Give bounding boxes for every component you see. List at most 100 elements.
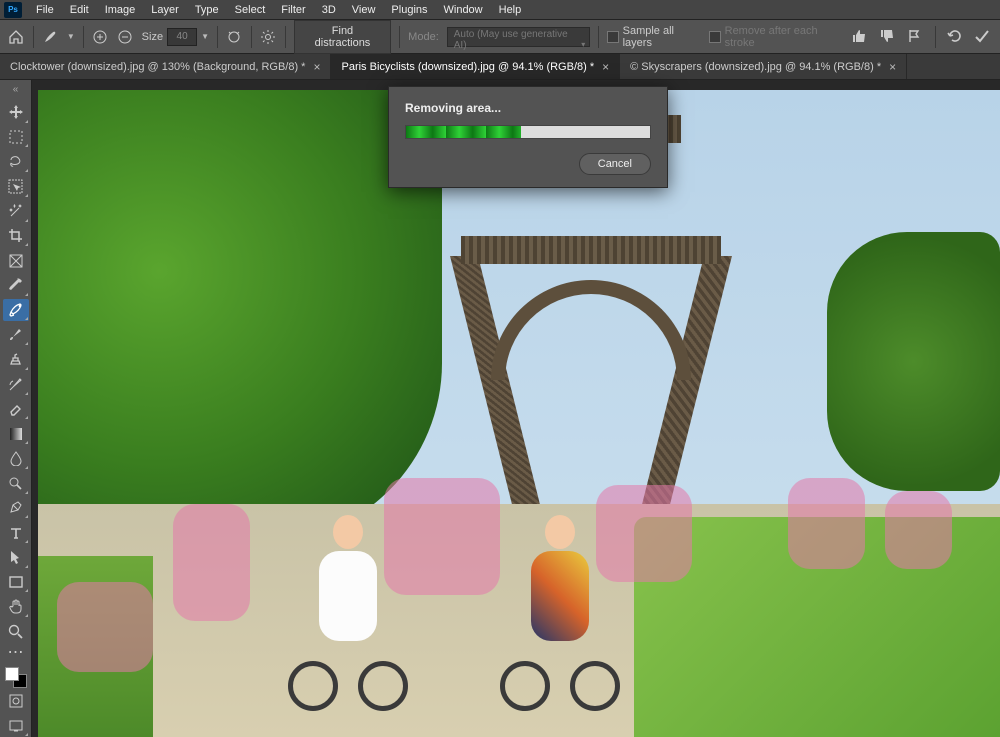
chevron-down-icon[interactable]: ▼ [67,32,75,41]
gear-icon[interactable] [260,28,277,46]
cancel-button[interactable]: Cancel [579,153,651,175]
color-swatch[interactable] [5,667,27,688]
menu-help[interactable]: Help [491,2,530,18]
rectangle-tool[interactable] [3,571,29,594]
thumbs-up-icon[interactable] [851,29,869,45]
separator [399,26,400,48]
pen-tool[interactable] [3,497,29,520]
chevron-down-icon: ▾ [581,40,585,49]
options-bar: ▼ Size ▼ Find distractions Mode: Auto (M… [0,20,1000,54]
menu-window[interactable]: Window [436,2,491,18]
selection-mask [885,491,952,569]
quick-mask-icon[interactable] [3,690,29,713]
tab-label: Paris Bicyclists (downsized).jpg @ 94.1%… [341,61,594,73]
close-icon[interactable]: × [602,60,609,74]
type-tool[interactable] [3,521,29,544]
tab-skyscrapers[interactable]: © Skyscrapers (downsized).jpg @ 94.1% (R… [620,54,907,79]
eraser-tool[interactable] [3,398,29,421]
menu-select[interactable]: Select [227,2,274,18]
tool-preset-icon[interactable] [42,28,59,46]
dodge-tool[interactable] [3,472,29,495]
undo-icon[interactable] [946,29,964,45]
selection-mask [57,582,153,673]
separator [598,26,599,48]
menu-view[interactable]: View [344,2,384,18]
remove-tool[interactable] [3,299,29,322]
crop-tool[interactable] [3,225,29,248]
separator [217,26,218,48]
move-tool[interactable] [3,101,29,124]
path-select-tool[interactable] [3,546,29,569]
selection-mask [788,478,865,569]
brush-tool[interactable] [3,323,29,346]
progress-dialog: Removing area... Cancel [388,86,668,188]
menu-image[interactable]: Image [97,2,144,18]
tab-clocktower[interactable]: Clocktower (downsized).jpg @ 130% (Backg… [0,54,331,79]
menu-layer[interactable]: Layer [143,2,187,18]
separator [33,26,34,48]
subject-cyclist-2 [500,515,620,711]
remove-after-stroke-checkbox: Remove after each stroke [709,25,843,49]
document-tabs: Clocktower (downsized).jpg @ 130% (Backg… [0,54,1000,80]
subject-cyclist-1 [288,515,408,711]
screen-mode-icon[interactable] [3,714,29,737]
progress-fill [406,126,521,138]
close-icon[interactable]: × [889,60,896,74]
sample-label: Sample all layers [623,25,702,49]
add-area-icon[interactable] [92,28,109,46]
foreground-color[interactable] [5,667,19,681]
menu-edit[interactable]: Edit [62,2,97,18]
tab-paris-bicyclists[interactable]: Paris Bicyclists (downsized).jpg @ 94.1%… [331,54,620,79]
home-icon[interactable] [8,28,25,46]
menu-plugins[interactable]: Plugins [383,2,435,18]
frame-tool[interactable] [3,249,29,272]
separator [285,26,286,48]
menu-file[interactable]: File [28,2,62,18]
app-logo: Ps [4,2,22,18]
magic-wand-tool[interactable] [3,200,29,223]
find-distractions-button[interactable]: Find distractions [294,20,391,54]
mode-value: Auto (May use generative AI) [454,29,568,51]
brush-size-field: Size ▼ [142,28,209,46]
tab-label: Clocktower (downsized).jpg @ 130% (Backg… [10,61,305,73]
checkbox-icon [607,31,618,43]
lasso-tool[interactable] [3,150,29,173]
eyedropper-tool[interactable] [3,274,29,297]
separator [83,26,84,48]
separator [251,26,252,48]
blur-tool[interactable] [3,447,29,470]
zoom-tool[interactable] [3,620,29,643]
tab-label: © Skyscrapers (downsized).jpg @ 94.1% (R… [630,61,881,73]
size-input[interactable] [167,28,197,46]
hand-tool[interactable] [3,595,29,618]
remove-stroke-label: Remove after each stroke [725,25,843,49]
commit-icon[interactable] [974,29,992,45]
selection-mask [173,504,250,620]
menu-type[interactable]: Type [187,2,227,18]
menu-filter[interactable]: Filter [273,2,313,18]
object-select-tool[interactable] [3,175,29,198]
menu-3d[interactable]: 3D [314,2,344,18]
clone-stamp-tool[interactable] [3,348,29,371]
collapse-icon[interactable]: « [13,84,19,95]
separator [935,26,936,48]
brush-settings-icon[interactable] [226,28,243,46]
history-brush-tool[interactable] [3,373,29,396]
edit-toolbar-icon[interactable]: ⋯ [3,645,29,659]
dialog-title: Removing area... [405,101,651,115]
sample-all-layers-checkbox[interactable]: Sample all layers [607,25,701,49]
marquee-tool[interactable] [3,126,29,149]
thumbs-down-icon[interactable] [879,29,897,45]
menu-bar: Ps File Edit Image Layer Type Select Fil… [0,0,1000,20]
chevron-down-icon[interactable]: ▼ [201,32,209,41]
subtract-area-icon[interactable] [117,28,134,46]
tools-panel: « ⋯ [0,80,32,737]
feedback-controls [851,26,992,48]
close-icon[interactable]: × [313,60,320,74]
flag-icon[interactable] [907,29,925,45]
mode-label: Mode: [408,31,439,43]
gradient-tool[interactable] [3,422,29,445]
size-label: Size [142,31,163,43]
progress-bar [405,125,651,139]
mode-dropdown[interactable]: Auto (May use generative AI) ▾ [447,27,591,47]
